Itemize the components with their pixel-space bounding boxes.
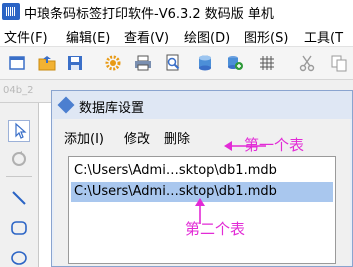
select-arrow-icon[interactable] [8, 120, 30, 142]
ellipse-tool-icon[interactable] [8, 245, 30, 267]
toolbar [0, 47, 353, 80]
menu-view[interactable]: 查看(V) [124, 27, 169, 46]
add-menu[interactable]: 添加(I) [64, 128, 104, 147]
drawing-tool-panel [0, 103, 39, 267]
dialog-body: 添加(I) 修改 删除 C:\Users\Admi…sktop\db1.mdb … [54, 119, 350, 266]
save-icon[interactable] [66, 54, 84, 72]
print-icon[interactable] [134, 54, 152, 72]
menu-tools[interactable]: 工具(T [304, 27, 343, 46]
menu-bar: 文件(F) 编辑(E) 查看(V) 绘图(D) 图形(S) 工具(T [0, 24, 353, 47]
menu-draw[interactable]: 绘图(D) [184, 27, 230, 46]
copy-icon[interactable] [330, 54, 348, 72]
database-settings-dialog: 数据库设置 添加(I) 修改 删除 C:\Users\Admi…sktop\db… [51, 90, 353, 267]
font-name-value: 04b_2 [3, 85, 34, 96]
open-folder-icon[interactable] [38, 54, 56, 72]
tool-separator [6, 176, 32, 177]
dialog-title-bar: 数据库设置 [52, 91, 352, 119]
modify-menu[interactable]: 修改 [124, 128, 150, 147]
grid-icon[interactable] [258, 54, 276, 72]
print-preview-icon[interactable] [164, 54, 182, 72]
line-tool-icon[interactable] [8, 187, 30, 209]
annotation-first-table: 第一个表 [244, 136, 305, 154]
menu-shape[interactable]: 图形(S) [244, 27, 288, 46]
menu-file[interactable]: 文件(F) [4, 27, 48, 46]
barcode-app-icon [2, 3, 20, 20]
dialog-gear-icon [57, 96, 75, 114]
database-add-icon[interactable] [226, 54, 244, 72]
rotate-icon[interactable] [8, 148, 30, 170]
cut-icon[interactable] [298, 54, 316, 72]
settings-gear-icon[interactable] [104, 54, 122, 72]
list-item[interactable]: C:\Users\Admi…sktop\db1.mdb [71, 161, 333, 181]
new-window-icon[interactable] [8, 54, 26, 72]
annotation-second-table: 第二个表 [185, 220, 246, 238]
dialog-title: 数据库设置 [79, 101, 145, 116]
database-settings-icon[interactable] [196, 54, 214, 72]
delete-menu[interactable]: 删除 [164, 128, 190, 147]
title-bar: 中琅条码标签打印软件-V6.3.2 数码版 单机 [0, 0, 353, 24]
rounded-rect-tool-icon[interactable] [8, 217, 30, 239]
menu-edit[interactable]: 编辑(E) [66, 27, 110, 46]
window-title: 中琅条码标签打印软件-V6.3.2 数码版 单机 [24, 7, 274, 22]
